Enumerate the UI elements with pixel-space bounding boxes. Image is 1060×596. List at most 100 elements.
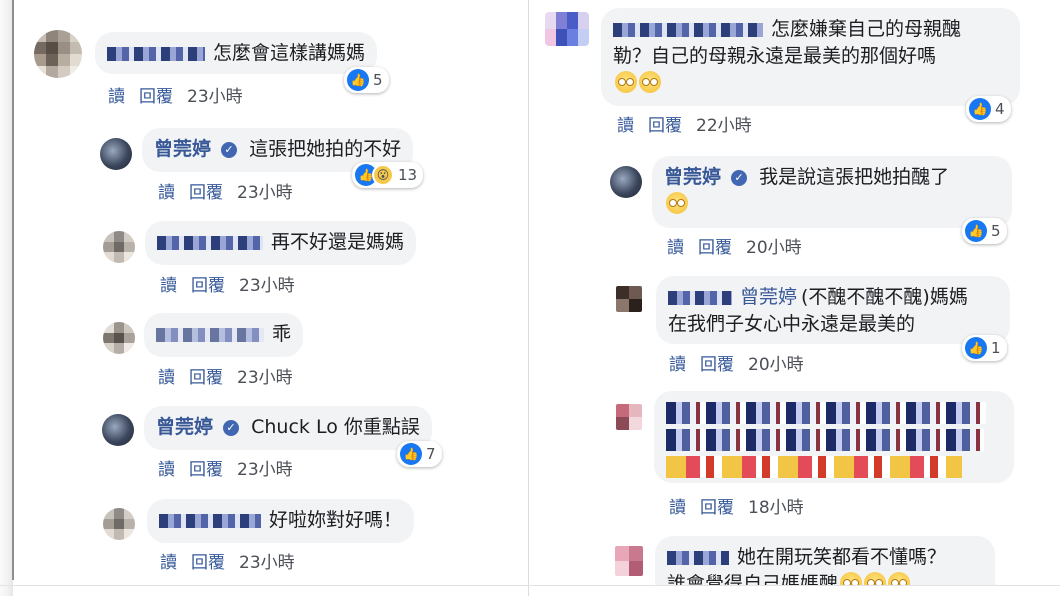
read-link[interactable]: 讀: [617, 111, 634, 136]
left-edge-line: [12, 0, 14, 580]
verified-badge-icon: ✓: [223, 420, 240, 436]
reaction-number: 5: [373, 71, 383, 89]
comment-bubble: 乖: [144, 313, 304, 357]
timestamp[interactable]: 20小時: [746, 233, 802, 258]
reply-link[interactable]: 回覆: [191, 271, 225, 296]
blurred-comment-text: [666, 428, 984, 451]
like-icon: 👍: [347, 69, 369, 91]
like-icon: 👍: [400, 443, 422, 465]
emoji-icon: [666, 192, 688, 214]
avatar[interactable]: [103, 231, 135, 263]
emoji-icon: [888, 572, 911, 585]
reply-link[interactable]: 回覆: [700, 350, 734, 375]
avatar[interactable]: [545, 12, 589, 46]
comment-text-line2: 勒？自己的母親永遠是最美的那個好嗎: [613, 45, 937, 67]
comment-meta: 讀 回覆 23小時: [158, 455, 293, 480]
read-link[interactable]: 讀: [160, 271, 177, 296]
avatar[interactable]: [615, 546, 643, 576]
timestamp[interactable]: 23小時: [237, 178, 293, 203]
read-link[interactable]: 讀: [158, 363, 175, 388]
bottom-border: [0, 585, 1060, 586]
read-link[interactable]: 讀: [160, 548, 177, 573]
read-link[interactable]: 讀: [108, 82, 125, 107]
read-link[interactable]: 讀: [158, 455, 175, 480]
avatar[interactable]: [103, 508, 135, 540]
timestamp[interactable]: 18小時: [748, 493, 804, 518]
comment-bubble: 曾莞婷 ✓ 我是說這張把她拍醜了: [652, 156, 1012, 228]
blurred-author-name[interactable]: [157, 235, 263, 250]
verified-badge-icon: ✓: [221, 142, 238, 158]
timestamp[interactable]: 23小時: [237, 455, 293, 480]
comment-text: 再不好還是媽媽: [271, 231, 405, 253]
blurred-author-name[interactable]: [156, 327, 264, 342]
verified-badge-icon: ✓: [731, 170, 748, 186]
author-name[interactable]: 曾莞婷: [664, 166, 721, 188]
timestamp[interactable]: 23小時: [239, 548, 295, 573]
read-link[interactable]: 讀: [669, 493, 686, 518]
blurred-author-name[interactable]: [668, 290, 732, 305]
reaction-count[interactable]: 👍 1: [962, 335, 1007, 361]
like-icon: 👍: [969, 98, 991, 120]
mention-name[interactable]: 曾莞婷: [740, 286, 797, 308]
reaction-count[interactable]: 👍 5: [344, 67, 389, 93]
avatar[interactable]: [100, 138, 132, 170]
reply-link[interactable]: 回覆: [189, 178, 223, 203]
comment-text-line1: (不醜不醜不醜)媽媽: [801, 286, 968, 308]
timestamp[interactable]: 23小時: [187, 82, 243, 107]
reply-link[interactable]: 回覆: [191, 548, 225, 573]
comment-bubble: [654, 391, 1014, 483]
comment-text: Chuck Lo 你重點誤: [251, 416, 420, 438]
timestamp[interactable]: 22小時: [696, 111, 752, 136]
blurred-emoji-row: [666, 455, 962, 478]
comment-bubble: 曾莞婷 (不醜不醜不醜)媽媽 在我們子女心中永遠是最美的: [656, 276, 1010, 344]
comment-meta: 讀 回覆 23小時: [160, 548, 295, 573]
reaction-count[interactable]: 👍 5: [962, 218, 1007, 244]
column-divider: [528, 0, 529, 596]
comment-text-line2: 在我們子女心中永遠是最美的: [668, 313, 916, 335]
emoji-icon: [864, 572, 887, 585]
comment-text-line1: 她在開玩笑都看不懂嗎？: [737, 546, 947, 568]
author-name[interactable]: 曾莞婷: [156, 416, 213, 438]
reaction-count[interactable]: 👍 4: [966, 96, 1011, 122]
comment-text-line2: 誰會覺得自己媽媽醜: [667, 573, 839, 585]
reaction-number: 5: [991, 222, 1001, 240]
emoji-icon: [615, 71, 637, 93]
comment-meta: 讀 回覆 18小時: [669, 493, 804, 518]
read-link[interactable]: 讀: [667, 233, 684, 258]
comment-text: 乖: [272, 323, 292, 345]
avatar[interactable]: [103, 322, 135, 354]
reaction-number: 4: [995, 100, 1005, 118]
blurred-author-name[interactable]: [107, 46, 205, 61]
reaction-count[interactable]: 👍 😮 13: [352, 162, 424, 188]
read-link[interactable]: 讀: [158, 178, 175, 203]
emoji-icon: [639, 71, 661, 93]
avatar[interactable]: [616, 404, 642, 430]
like-icon: 👍: [965, 337, 987, 359]
reply-link[interactable]: 回覆: [648, 111, 682, 136]
avatar[interactable]: [102, 414, 134, 446]
blurred-author-name[interactable]: [159, 513, 261, 528]
reply-link[interactable]: 回覆: [189, 455, 223, 480]
comment-meta: 讀 回覆 20小時: [669, 350, 804, 375]
timestamp[interactable]: 20小時: [748, 350, 804, 375]
read-link[interactable]: 讀: [669, 350, 686, 375]
timestamp[interactable]: 23小時: [237, 363, 293, 388]
avatar[interactable]: [610, 166, 642, 198]
reply-link[interactable]: 回覆: [189, 363, 223, 388]
avatar[interactable]: [616, 286, 642, 312]
author-name[interactable]: 曾莞婷: [154, 138, 211, 160]
reply-link[interactable]: 回覆: [698, 233, 732, 258]
comment-text: 這張把她拍的不好: [249, 138, 402, 160]
comment-bubble: 曾莞婷 ✓ Chuck Lo 你重點誤: [144, 406, 432, 450]
comment-meta: 讀 回覆 23小時: [160, 271, 295, 296]
timestamp[interactable]: 23小時: [239, 271, 295, 296]
reaction-count[interactable]: 👍 7: [397, 441, 442, 467]
blurred-author-name[interactable]: [667, 550, 729, 565]
comment-meta: 讀 回覆 23小時: [158, 178, 293, 203]
reaction-number: 1: [991, 339, 1001, 357]
reply-link[interactable]: 回覆: [700, 493, 734, 518]
avatar[interactable]: [34, 30, 82, 78]
blurred-author-name[interactable]: [613, 22, 763, 37]
comment-bubble: 她在開玩笑都看不懂嗎？ 誰會覺得自己媽媽醜: [655, 536, 995, 585]
reply-link[interactable]: 回覆: [139, 82, 173, 107]
